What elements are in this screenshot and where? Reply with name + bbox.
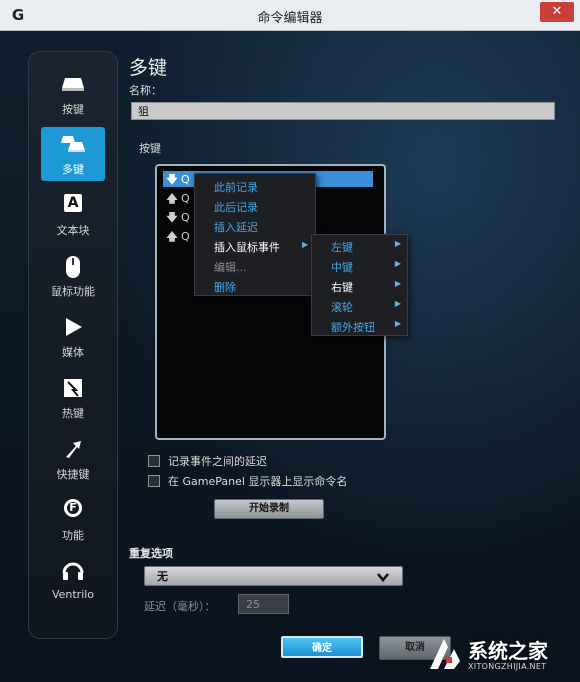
- sidebar-item-label: 鼠标功能: [51, 285, 95, 298]
- gamepanel-option[interactable]: 在 GamePanel 显示器上显示命令名: [148, 473, 347, 489]
- context-menu: 此前记录 此后记录 插入延迟 插入鼠标事件 ▶ 编辑... 删除: [194, 173, 316, 296]
- arrow-up-icon: 🡅: [166, 230, 178, 243]
- watermark-subtitle: XITONGZHIJIA.NET: [468, 662, 547, 671]
- sidebar-item-label: Ventrilo: [51, 588, 95, 601]
- editor-content: 按键 多键 A 文本块 鼠标功能 媒体 热键 快捷键 F 功能 Ventrilo…: [0, 31, 580, 682]
- shortcut-arrow-icon: [41, 438, 105, 464]
- watermark-title: 系统之家: [468, 639, 548, 663]
- record-delay-checkbox[interactable]: [148, 455, 160, 467]
- watermark-logo-icon: [430, 639, 460, 669]
- menu-item-insert-mouse-event[interactable]: 插入鼠标事件: [214, 239, 280, 257]
- menu-item-record-before[interactable]: 此前记录: [214, 179, 258, 197]
- chevron-right-icon: ▶: [394, 259, 401, 268]
- sidebar-item-shortcut[interactable]: 快捷键: [41, 432, 105, 486]
- hotkey-icon: [41, 377, 105, 403]
- key-icon: [41, 73, 105, 99]
- arrow-down-icon: 🡇: [166, 211, 178, 224]
- menu-item-record-after[interactable]: 此后记录: [214, 199, 258, 217]
- submenu-item-right-button[interactable]: 右键 ▶: [331, 279, 401, 297]
- chevron-down-icon: [376, 570, 390, 584]
- submenu-item-wheel[interactable]: 滚轮 ▶: [331, 299, 401, 317]
- multikey-icon: [41, 133, 105, 159]
- function-gear-icon: F: [41, 499, 105, 525]
- repeat-options-label: 重复选项: [129, 547, 173, 560]
- gamepanel-checkbox[interactable]: [148, 475, 160, 487]
- record-delay-option[interactable]: 记录事件之间的延迟: [148, 453, 267, 469]
- menu-item-edit: 编辑...: [214, 261, 247, 274]
- close-button[interactable]: ✕: [540, 2, 574, 22]
- page-title: 多键: [129, 57, 168, 79]
- menu-item-insert-delay[interactable]: 插入延迟: [214, 219, 258, 237]
- name-label: 名称：: [129, 84, 162, 97]
- headset-icon: [41, 560, 105, 586]
- command-type-sidebar: 按键 多键 A 文本块 鼠标功能 媒体 热键 快捷键 F 功能 Ventrilo: [28, 51, 118, 639]
- sidebar-item-ventrilo[interactable]: Ventrilo: [41, 554, 105, 608]
- ok-button[interactable]: 确定: [281, 636, 363, 658]
- submenu-item-left-button[interactable]: 左键 ▶: [331, 239, 401, 257]
- chevron-right-icon: ▶: [394, 239, 401, 248]
- sidebar-item-label: 快捷键: [56, 468, 90, 481]
- chevron-right-icon: ▶: [394, 299, 401, 308]
- text-block-icon: A: [41, 194, 105, 220]
- sidebar-item-label: 功能: [62, 529, 84, 542]
- sidebar-item-label: 文本块: [56, 224, 90, 237]
- sidebar-item-label: 热键: [62, 407, 84, 420]
- sidebar-item-mouse[interactable]: 鼠标功能: [41, 249, 105, 303]
- delay-input[interactable]: 25: [238, 594, 289, 614]
- submenu-chevron-icon: ▶: [302, 240, 309, 249]
- chevron-right-icon: ▶: [394, 319, 401, 328]
- delay-label: 延迟（毫秒）：: [144, 600, 216, 613]
- title-bar: G 命令编辑器 ✕: [0, 0, 580, 31]
- start-recording-button[interactable]: 开始录制: [214, 499, 324, 519]
- sidebar-item-multikey[interactable]: 多键: [41, 127, 105, 181]
- site-watermark: 系统之家 XITONGZHIJIA.NET: [420, 629, 576, 681]
- arrow-down-icon: 🡇: [166, 173, 178, 186]
- sidebar-item-hotkey[interactable]: 热键: [41, 371, 105, 425]
- window-title: 命令编辑器: [257, 11, 323, 26]
- play-icon: [41, 316, 105, 342]
- submenu-item-extra-buttons[interactable]: 额外按钮 ▶: [331, 319, 401, 337]
- chevron-right-icon: ▶: [394, 279, 401, 288]
- repeat-options-select[interactable]: 无: [144, 566, 403, 586]
- sidebar-item-label: 多键: [62, 163, 84, 176]
- submenu-item-middle-button[interactable]: 中键 ▶: [331, 259, 401, 277]
- mouse-event-submenu: 左键 ▶ 中键 ▶ 右键 ▶ 滚轮 ▶ 额外按钮 ▶: [311, 234, 408, 336]
- sidebar-item-text-block[interactable]: A 文本块: [41, 188, 105, 242]
- arrow-up-icon: 🡅: [166, 192, 178, 205]
- sidebar-item-media[interactable]: 媒体: [41, 310, 105, 364]
- mouse-icon: [41, 255, 105, 281]
- menu-item-delete[interactable]: 删除: [214, 279, 236, 297]
- sidebar-item-label: 按键: [62, 103, 84, 116]
- name-input[interactable]: 狙: [131, 102, 555, 120]
- sidebar-item-function[interactable]: F 功能: [41, 493, 105, 547]
- sidebar-item-label: 媒体: [62, 346, 84, 359]
- sidebar-item-key[interactable]: 按键: [41, 67, 105, 121]
- keys-label: 按键: [139, 142, 161, 155]
